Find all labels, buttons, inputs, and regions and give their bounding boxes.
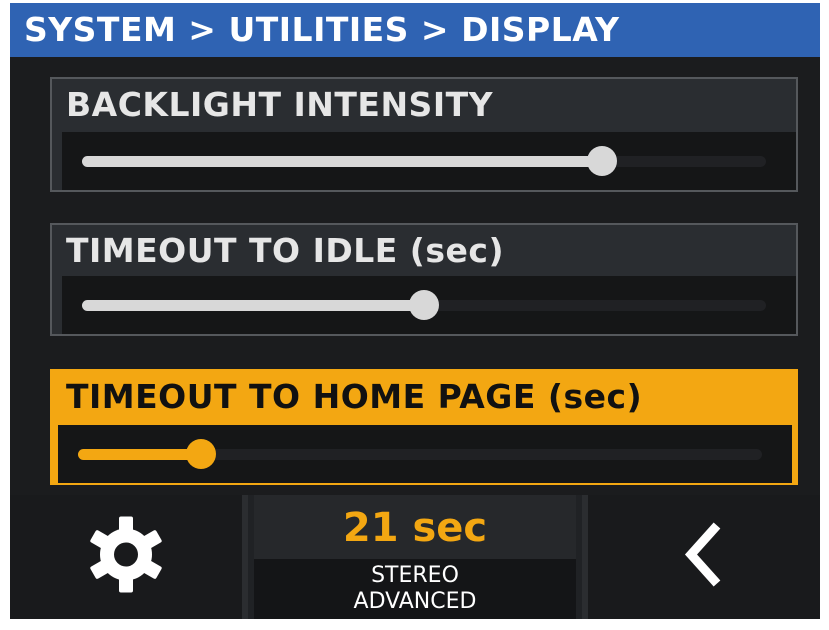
bottom-bar: 21 sec STEREO ADVANCED: [10, 495, 820, 619]
backlight-slider-track[interactable]: [82, 146, 766, 176]
slider-area: [62, 132, 796, 190]
status-value-area: 21 sec: [254, 495, 576, 559]
slider-area: [58, 425, 792, 483]
slider-thumb[interactable]: [586, 146, 617, 176]
status-display: 21 sec STEREO ADVANCED: [254, 495, 576, 619]
setting-backlight-intensity[interactable]: BACKLIGHT INTENSITY: [50, 77, 798, 192]
gear-icon: [86, 515, 166, 600]
slider-thumb[interactable]: [186, 439, 217, 469]
mode-label: STEREO ADVANCED: [254, 559, 576, 619]
mode-line-2: ADVANCED: [353, 589, 477, 614]
settings-list: BACKLIGHT INTENSITY TIMEOUT TO IDLE (sec…: [10, 57, 820, 495]
setting-timeout-to-idle[interactable]: TIMEOUT TO IDLE (sec): [50, 223, 798, 336]
display-settings-screen: SYSTEM > UTILITIES > DISPLAY BACKLIGHT I…: [10, 3, 820, 619]
timeout-idle-slider-track[interactable]: [82, 290, 766, 320]
slider-fill: [82, 156, 602, 167]
slider-fill: [82, 300, 424, 311]
timeout-value: 21 sec: [342, 505, 488, 551]
slider-area: [62, 276, 796, 334]
mode-line-1: STEREO: [371, 563, 459, 588]
slider-thumb[interactable]: [409, 290, 439, 320]
setting-label: TIMEOUT TO IDLE (sec): [66, 231, 505, 270]
slider-fill: [78, 449, 202, 460]
breadcrumb: SYSTEM > UTILITIES > DISPLAY: [10, 3, 820, 57]
setting-label: BACKLIGHT INTENSITY: [66, 85, 494, 124]
settings-button[interactable]: [10, 495, 248, 619]
setting-label: TIMEOUT TO HOME PAGE (sec): [66, 377, 643, 416]
timeout-home-slider-track[interactable]: [78, 439, 762, 469]
chevron-left-icon: [679, 520, 729, 595]
back-button[interactable]: [582, 495, 820, 619]
setting-timeout-to-home-page[interactable]: TIMEOUT TO HOME PAGE (sec): [50, 369, 798, 485]
